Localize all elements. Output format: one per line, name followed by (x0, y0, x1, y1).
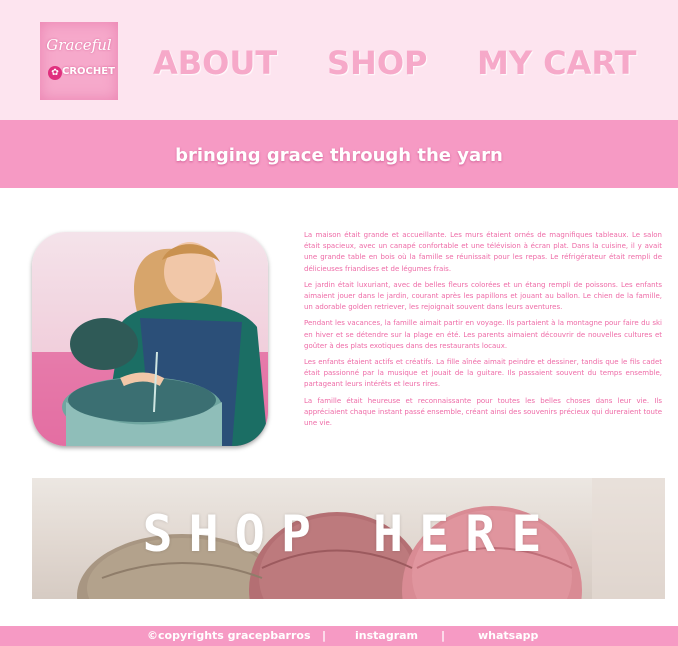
article-paragraph: Les enfants étaient actifs et créatifs. … (304, 358, 662, 389)
instagram-link[interactable]: instagram (355, 629, 418, 642)
yarn-ball-icon: ✿ (48, 66, 62, 80)
logo[interactable]: Graceful ✿ CROCHET (40, 22, 118, 100)
nav-about-link[interactable]: ABOUT (153, 44, 277, 82)
article-paragraph: La maison était grande et accueillante. … (304, 231, 662, 273)
footer-separator: | (322, 629, 327, 642)
logo-script-text: Graceful (46, 36, 112, 54)
nav-shop-link[interactable]: SHOP (327, 44, 427, 82)
logo-word: CROCHET (62, 66, 115, 77)
about-article: La maison était grande et accueillante. … (304, 230, 662, 434)
article-paragraph: La famille était heureuse et reconnaissa… (304, 396, 662, 428)
tagline: bringing grace through the yarn (175, 145, 503, 166)
crochet-photo (32, 232, 268, 446)
footer (0, 626, 678, 646)
nav-cart-link[interactable]: MY CART (477, 44, 636, 82)
footer-separator: | (441, 629, 446, 642)
copyright-text: ©copyrights gracepbarros (147, 629, 311, 642)
article-paragraph: Le jardin était luxuriant, avec de belle… (304, 280, 662, 312)
shop-here-text[interactable]: SHOP HERE (0, 505, 678, 563)
crochet-photo-illustration (32, 242, 268, 446)
whatsapp-link[interactable]: whatsapp (478, 629, 538, 642)
article-paragraph: Pendant les vacances, la famille aimait … (304, 319, 662, 350)
